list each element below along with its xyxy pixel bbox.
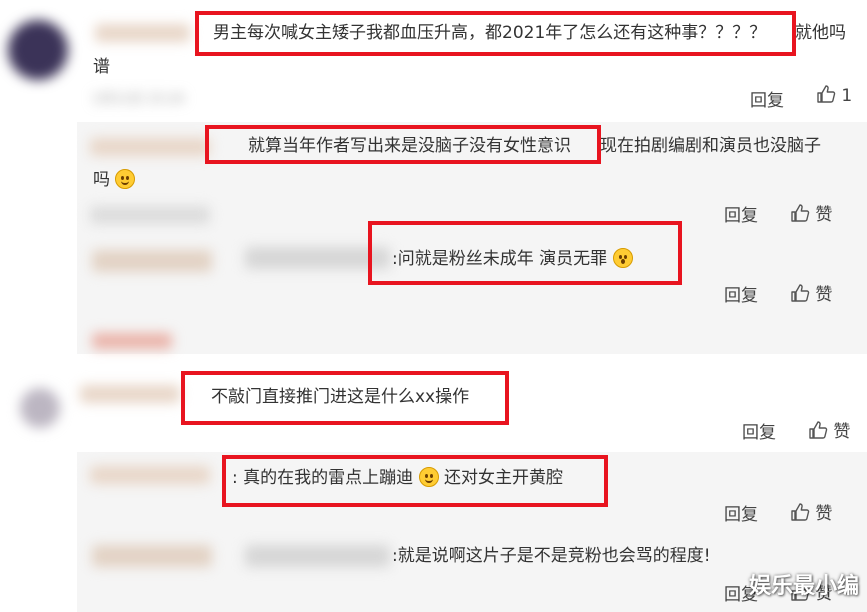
nested-reply-username[interactable] [245,545,390,567]
reply-username[interactable] [90,466,210,484]
like-count: 1 [841,86,853,106]
avatar[interactable] [20,388,60,428]
like-button[interactable]: 赞 [808,417,850,442]
avatar[interactable] [8,20,68,80]
thumbs-up-icon [817,85,836,103]
more-replies-link[interactable] [92,333,172,349]
nested-reply-avatar[interactable] [90,206,210,224]
comment-text-tail: 就他吗 [795,23,846,43]
thumbs-up-icon [791,503,810,521]
like-button[interactable]: 1 [816,84,852,106]
highlight-box [181,371,509,425]
reply-text-tail: 现在拍剧编剧和演员也没脑子 [600,136,821,156]
comment-text-wrap: 谱 [93,57,110,77]
highlight-box [195,11,796,56]
thumbs-up-icon [791,204,810,222]
reply-text: :就是说啊这片子是不是竞粉也会骂的程度! [392,546,711,566]
reply-button[interactable]: 回复 [724,201,758,226]
watermark: 娱乐最小编 [748,574,859,599]
highlight-box [222,455,608,507]
timestamp: 1月11日 15:24 [92,92,185,107]
reply-button[interactable]: 回复 [742,418,776,443]
like-button[interactable]: 赞 [790,200,832,225]
highlight-box [205,125,601,164]
highlight-box [368,221,682,285]
like-button[interactable]: 赞 [790,499,832,524]
reply-button[interactable]: 回复 [750,86,784,111]
thumbs-up-icon [791,284,810,302]
username[interactable] [80,385,180,403]
nested-reply-username[interactable] [92,545,212,567]
reply-button[interactable]: 回复 [724,281,758,306]
like-button[interactable]: 赞 [790,280,832,305]
username[interactable] [95,24,190,42]
thumbs-up-icon [809,421,828,439]
grin-emoji-icon [115,169,136,189]
reply-username[interactable] [90,138,210,156]
reply-button[interactable]: 回复 [724,500,758,525]
nested-reply-username[interactable] [92,250,212,272]
reply-text-wrap: 吗 [93,168,136,192]
